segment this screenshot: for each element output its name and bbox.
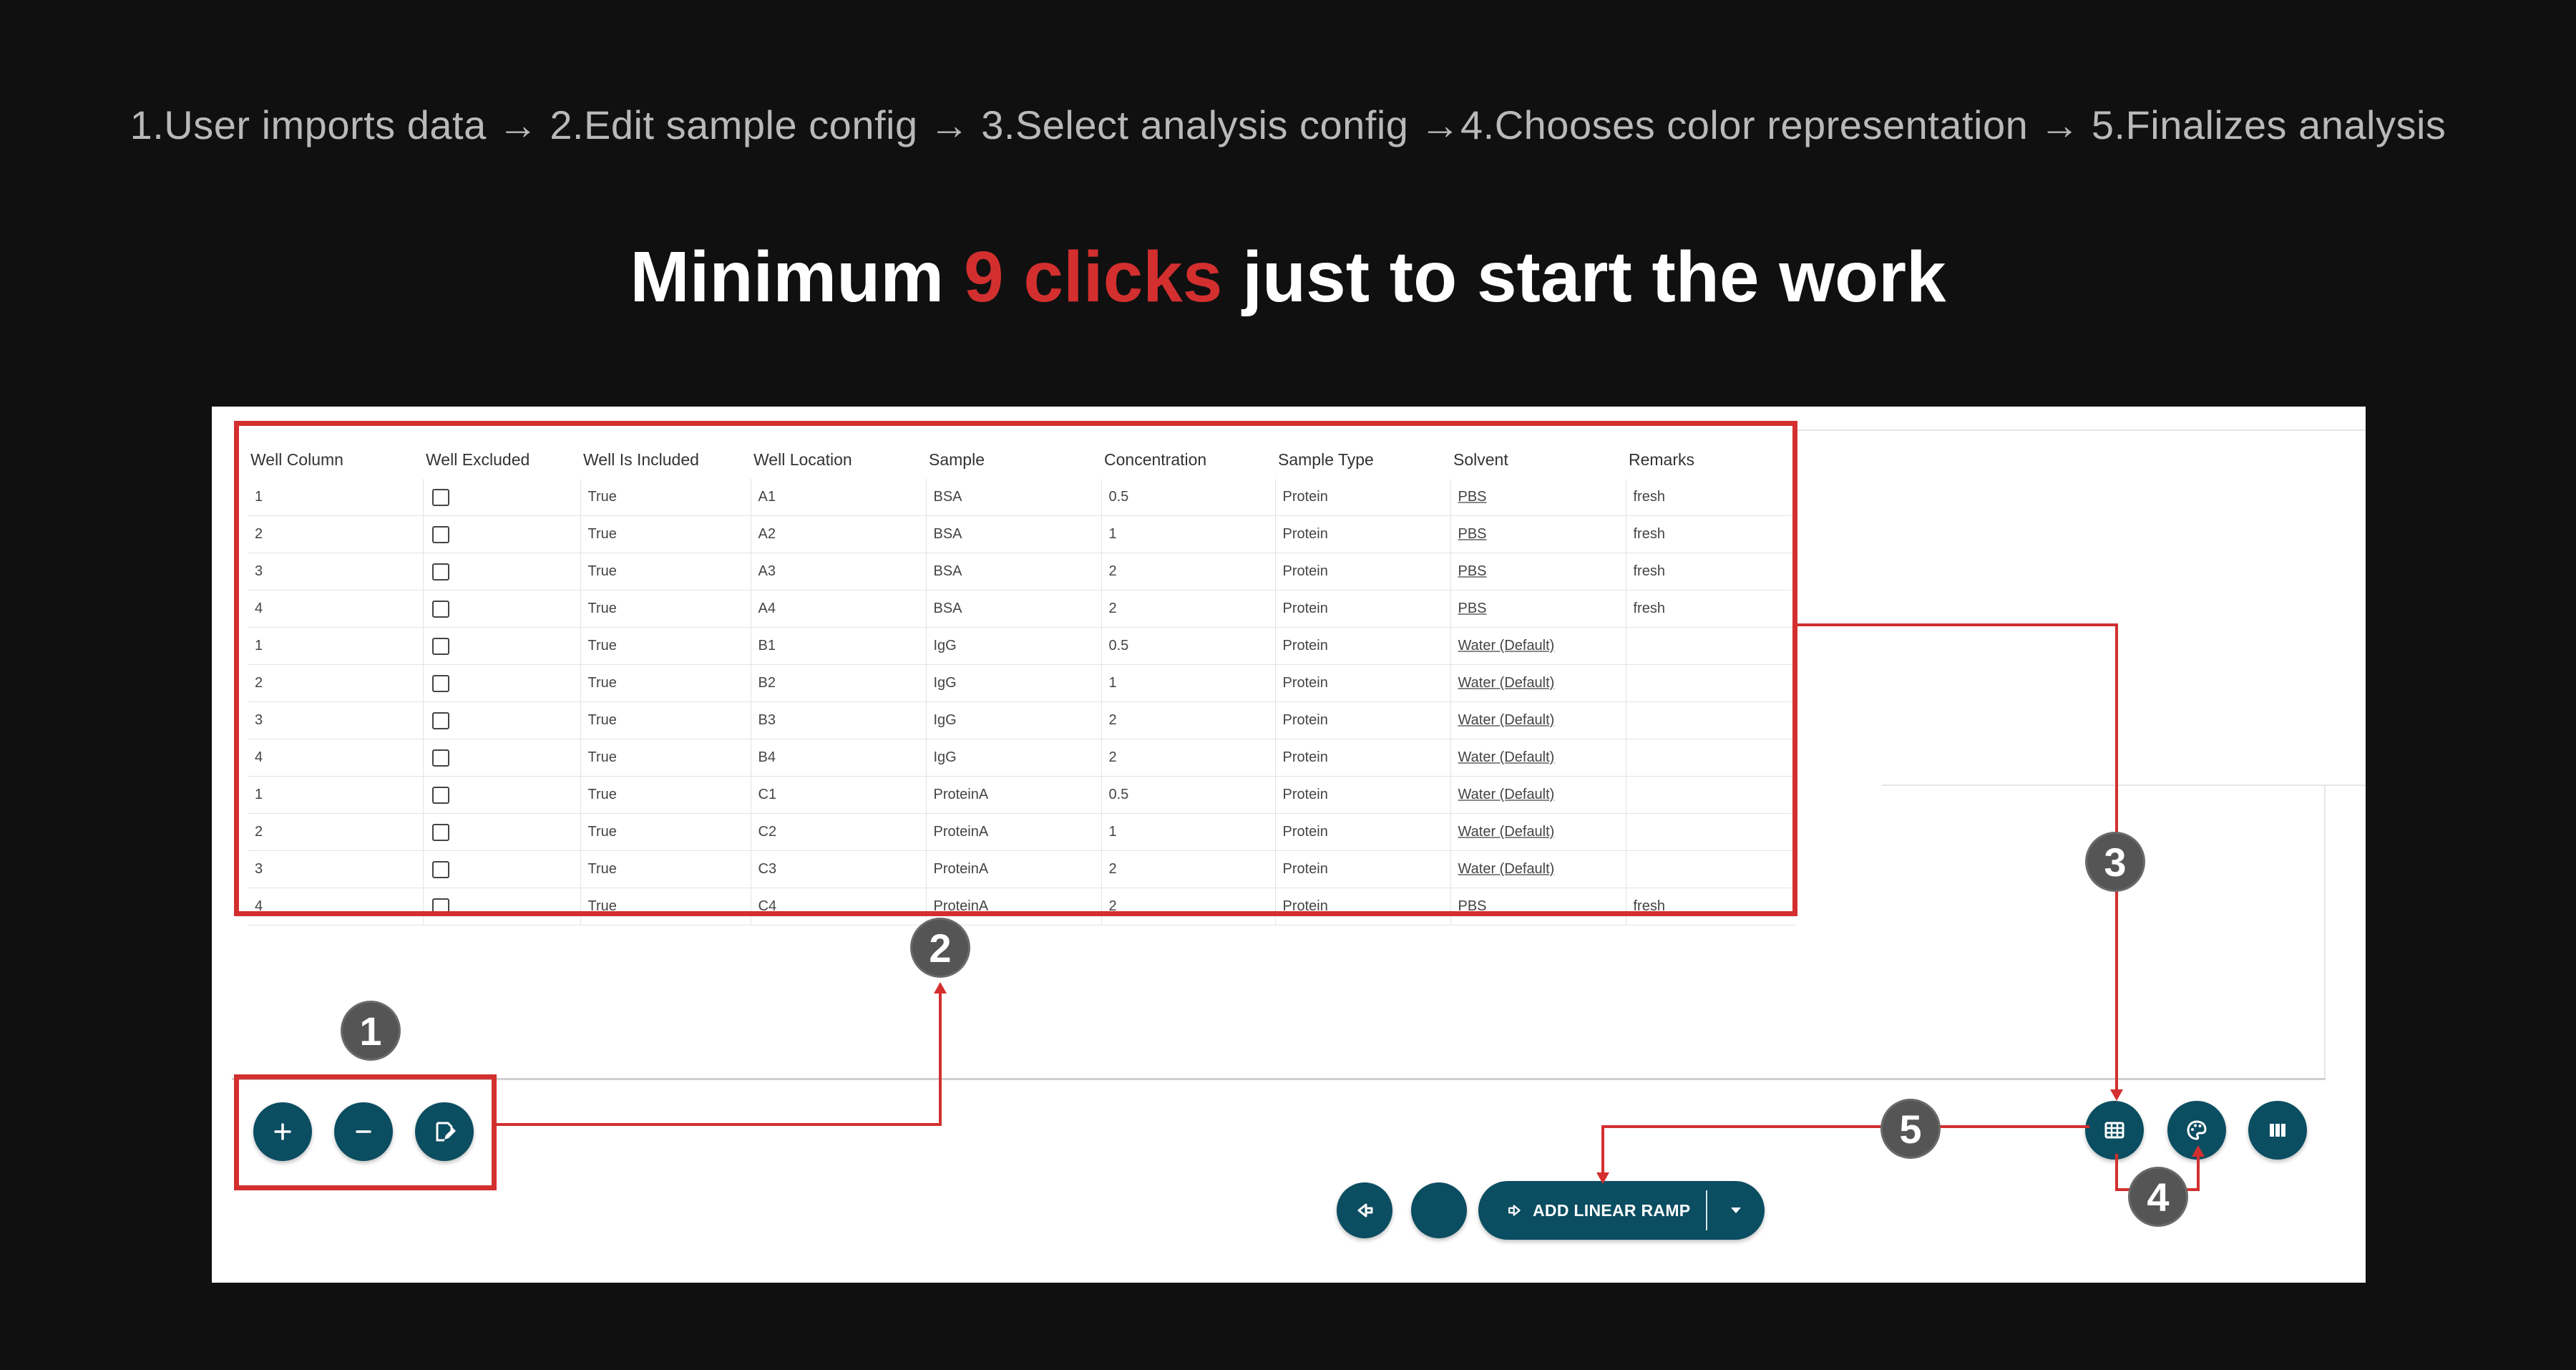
step-badge-2: 2 xyxy=(910,918,970,978)
connector-1-to-2 xyxy=(497,991,942,1126)
flow-connectors xyxy=(497,623,2205,1191)
step-badge-5: 5 xyxy=(1880,1099,1941,1159)
step-badge-1: 1 xyxy=(341,1001,401,1061)
step-badge-4: 4 xyxy=(2128,1167,2188,1227)
arrowhead-up-4 xyxy=(2192,1145,2205,1157)
arrowhead-down-5 xyxy=(1596,1172,1609,1184)
connector-2-to-3 xyxy=(1797,623,2118,1092)
step-badge-3: 3 xyxy=(2085,832,2145,892)
arrowhead-up-2 xyxy=(934,982,947,994)
connector-4-to-5 xyxy=(1601,1125,2089,1175)
arrowhead-down-3 xyxy=(2110,1089,2123,1101)
